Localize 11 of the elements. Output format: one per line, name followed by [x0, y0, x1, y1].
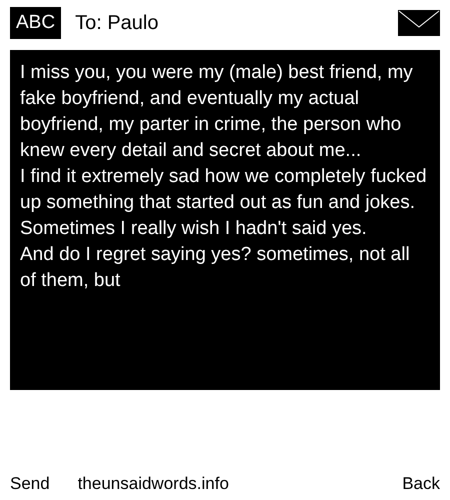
- recipient-label: To: Paulo: [75, 12, 160, 34]
- message-paragraph: And do I regret saying yes? sometimes, not all of them, but: [20, 243, 411, 293]
- input-mode-badge: ABC: [10, 7, 62, 39]
- message-paragraph: I miss you, you were my (male) best friend, my fake boyfriend, and eventually my actual boyfriend, my parter in crime, the person who knew every detail and secret about me...: [20, 61, 414, 163]
- message-paragraph: I find it extremely sad how we completely fucked up something that started out as fun and jokes.: [20, 165, 428, 215]
- website-label: theunsaidwords.info: [78, 474, 229, 494]
- back-softkey[interactable]: Back: [402, 474, 440, 494]
- envelope-icon: [398, 10, 440, 36]
- message-box[interactable]: [10, 50, 440, 390]
- message-paragraph: Sometimes I really wish I hadn't said yes.: [20, 217, 368, 241]
- send-softkey[interactable]: Send: [10, 474, 50, 494]
